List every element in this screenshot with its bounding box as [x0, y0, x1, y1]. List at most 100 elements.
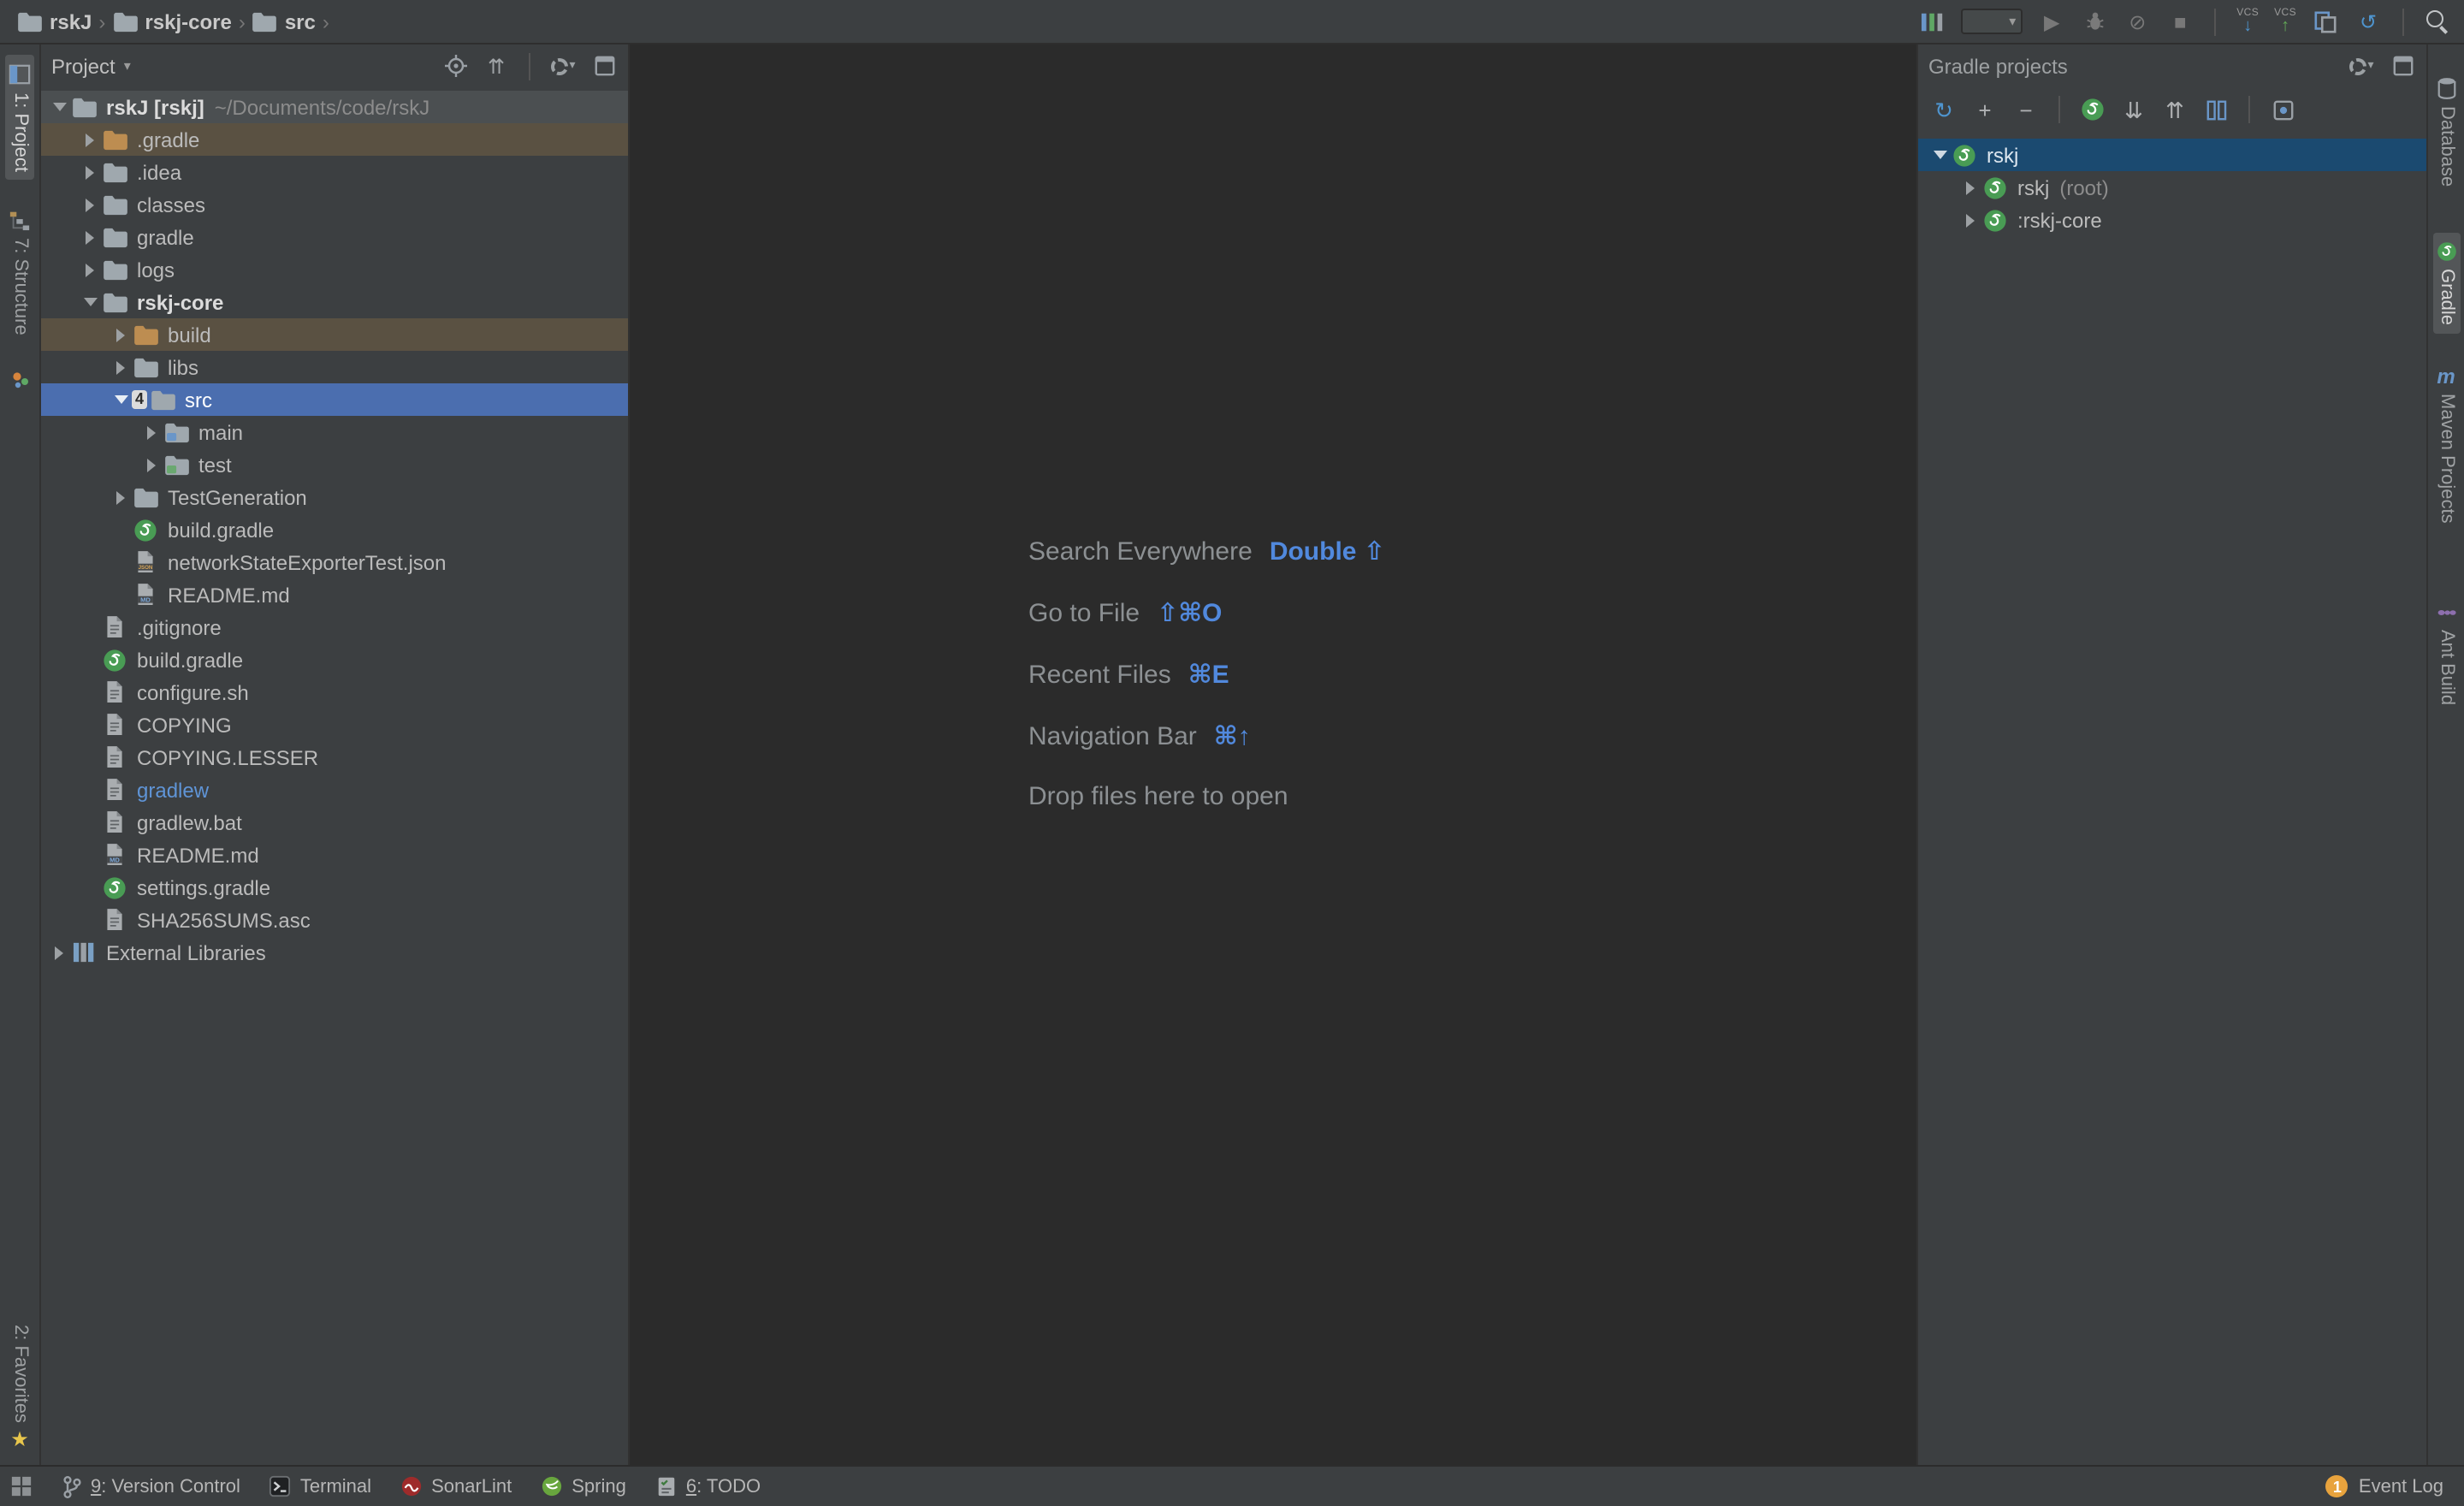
hide-panel-icon[interactable]: [590, 50, 618, 81]
expand-all-icon[interactable]: ⇊: [2120, 94, 2147, 125]
tree-row[interactable]: COPYING: [41, 709, 628, 741]
toolwindow-tab-database[interactable]: Database: [2432, 68, 2460, 195]
folder-src-icon: [163, 418, 190, 446]
expand-arrow[interactable]: [140, 416, 163, 448]
coverage-icon[interactable]: ⊘: [2123, 6, 2151, 37]
expand-arrow[interactable]: [110, 481, 132, 513]
refresh-gradle-icon[interactable]: ↻: [1930, 94, 1958, 125]
expand-arrow[interactable]: [48, 91, 70, 123]
tree-row[interactable]: rskJ [rskj]~/Documents/code/rskJ: [41, 91, 628, 123]
tree-row[interactable]: TestGeneration: [41, 481, 628, 513]
expand-arrow[interactable]: [79, 123, 101, 156]
tree-row[interactable]: gradlew.bat: [41, 806, 628, 839]
toolwindow-tab-label: Ant Build: [2437, 630, 2455, 705]
breadcrumb-item[interactable]: rskj-core: [109, 9, 234, 33]
gradle-settings-icon[interactable]: [2269, 94, 2296, 125]
expand-arrow[interactable]: [1959, 204, 1981, 236]
run-icon[interactable]: ▶: [2038, 6, 2065, 37]
collapse-all-icon[interactable]: ⇈: [2161, 94, 2189, 125]
expand-arrow[interactable]: [79, 221, 101, 253]
breadcrumb-separator-icon: ›: [323, 9, 329, 33]
gear-icon[interactable]: ▾: [2348, 50, 2375, 81]
expand-arrow[interactable]: [1959, 171, 1981, 204]
tree-row[interactable]: .idea: [41, 156, 628, 188]
toolwindow-tab-structure[interactable]: 7: Structure: [5, 201, 34, 345]
hide-panel-icon[interactable]: [2389, 50, 2416, 81]
tree-row[interactable]: .gradle: [41, 123, 628, 156]
expand-arrow[interactable]: [110, 351, 132, 383]
tree-row[interactable]: :rskj-core: [1918, 204, 2426, 236]
expand-arrow[interactable]: [79, 188, 101, 221]
compare-icon[interactable]: [2312, 6, 2339, 37]
toolwindow-tab-gradle[interactable]: Gradle: [2432, 233, 2460, 334]
show-task-list-icon[interactable]: [2202, 94, 2230, 125]
expand-arrow[interactable]: [140, 448, 163, 481]
tree-row[interactable]: SHA256SUMS.asc: [41, 904, 628, 936]
toolwindow-tab-ant[interactable]: Ant Build: [2432, 594, 2460, 714]
tree-row[interactable]: gradle: [41, 221, 628, 253]
tree-row[interactable]: MDREADME.md: [41, 578, 628, 611]
settings-gear-icon[interactable]: ▾: [549, 50, 577, 81]
expand-arrow[interactable]: [48, 936, 70, 969]
locate-icon[interactable]: [441, 50, 469, 81]
expand-arrow[interactable]: [110, 318, 132, 351]
status-terminal[interactable]: Terminal: [270, 1475, 371, 1497]
tree-row[interactable]: build: [41, 318, 628, 351]
project-view-selector[interactable]: Project ▾: [51, 54, 131, 78]
expand-arrow[interactable]: [79, 156, 101, 188]
tree-row[interactable]: 4src: [41, 383, 628, 416]
expand-arrow[interactable]: [110, 383, 132, 416]
breadcrumb-item[interactable]: rskJ: [14, 9, 95, 33]
toolwindow-switcher[interactable]: [10, 1475, 33, 1497]
toolwindow-tab-plugin[interactable]: [6, 362, 33, 400]
stop-icon[interactable]: ■: [2166, 6, 2194, 37]
vcs-update-icon[interactable]: VCS↓: [2236, 8, 2259, 35]
status-spring[interactable]: Spring: [541, 1475, 626, 1497]
tree-row[interactable]: rskj-core: [41, 286, 628, 318]
tree-row[interactable]: classes: [41, 188, 628, 221]
gradle-icon: [132, 516, 159, 543]
tree-row[interactable]: .gitignore: [41, 611, 628, 643]
project-tab-icon: [9, 63, 31, 86]
tree-row[interactable]: build.gradle: [41, 643, 628, 676]
tree-row[interactable]: External Libraries: [41, 936, 628, 969]
editor-area[interactable]: Search EverywhereDouble ⇧Go to File⇧⌘ORe…: [630, 44, 1916, 1465]
tree-row[interactable]: main: [41, 416, 628, 448]
tree-row[interactable]: rskj(root): [1918, 171, 2426, 204]
tree-row[interactable]: logs: [41, 253, 628, 286]
changelist-icon[interactable]: [1918, 6, 1946, 37]
detach-gradle-project-icon[interactable]: −: [2012, 94, 2040, 125]
collapse-all-icon[interactable]: ⇈: [483, 50, 510, 81]
separator: [2248, 96, 2250, 123]
tree-row[interactable]: gradlew: [41, 774, 628, 806]
tree-row[interactable]: build.gradle: [41, 513, 628, 546]
vcs-commit-icon[interactable]: VCS↑: [2274, 8, 2296, 35]
tree-row[interactable]: COPYING.LESSER: [41, 741, 628, 774]
run-config-combo[interactable]: ▾: [1961, 9, 2023, 34]
revert-icon[interactable]: ↺: [2354, 6, 2382, 37]
status-version-control[interactable]: 9: Version Control: [62, 1474, 240, 1498]
tree-row[interactable]: configure.sh: [41, 676, 628, 709]
tree-row[interactable]: MDREADME.md: [41, 839, 628, 871]
expand-arrow[interactable]: [79, 253, 101, 286]
tree-row[interactable]: test: [41, 448, 628, 481]
breadcrumb-item[interactable]: src: [249, 9, 319, 33]
debug-icon[interactable]: [2081, 6, 2108, 37]
gradle-icon[interactable]: [2079, 94, 2106, 125]
status-sonarlint[interactable]: SonarLint: [400, 1475, 512, 1497]
toolwindow-tab-favorites[interactable]: 2: Favorites★: [7, 1315, 33, 1458]
tree-row[interactable]: rskj: [1918, 139, 2426, 171]
status-todo[interactable]: 6: TODO: [655, 1475, 761, 1497]
tree-row[interactable]: libs: [41, 351, 628, 383]
tree-row[interactable]: JSONnetworkStateExporterTest.json: [41, 546, 628, 578]
breadcrumb-label: src: [285, 9, 316, 33]
expand-arrow[interactable]: [1928, 139, 1951, 171]
expand-arrow[interactable]: [79, 286, 101, 318]
toolwindow-tab-project[interactable]: 1: Project: [5, 55, 34, 181]
chevron-down-icon: ▾: [2367, 60, 2373, 72]
search-everywhere-icon[interactable]: [2425, 9, 2450, 34]
event-log[interactable]: 1 Event Log: [2326, 1475, 2443, 1497]
attach-gradle-project-icon[interactable]: +: [1971, 94, 1999, 125]
tree-row[interactable]: settings.gradle: [41, 871, 628, 904]
toolwindow-tab-maven[interactable]: mMaven Projects: [2433, 358, 2459, 532]
